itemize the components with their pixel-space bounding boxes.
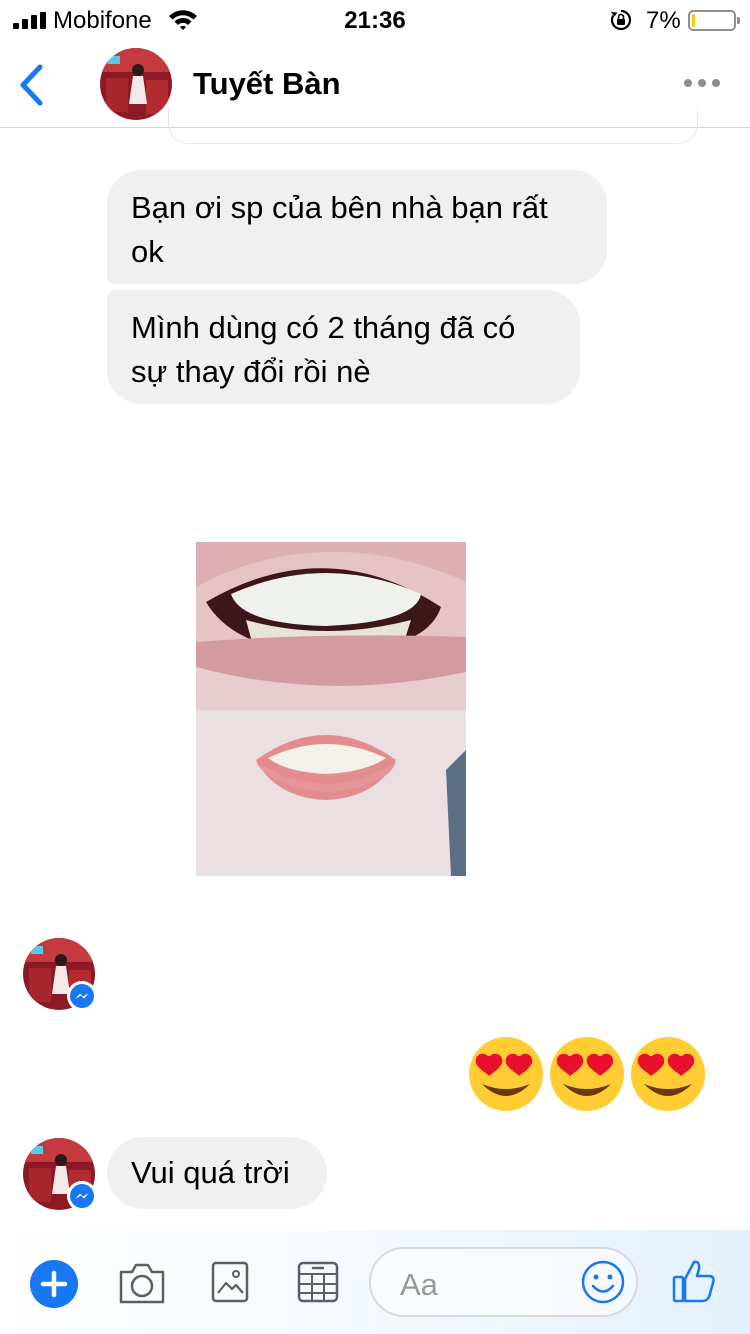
battery-level-fill bbox=[692, 14, 695, 27]
gallery-icon[interactable] bbox=[210, 1260, 250, 1304]
battery-icon bbox=[688, 10, 740, 31]
emoji-icon[interactable] bbox=[580, 1259, 626, 1305]
status-time: 21:36 bbox=[344, 7, 406, 34]
rotation-lock-icon bbox=[610, 9, 632, 31]
message-photo[interactable] bbox=[196, 542, 466, 876]
heart-eyes-emoji-icon bbox=[550, 1037, 624, 1111]
plus-icon[interactable] bbox=[30, 1260, 78, 1308]
thumbs-up-icon[interactable] bbox=[670, 1257, 718, 1305]
sticker-icon[interactable] bbox=[296, 1260, 340, 1304]
previous-message-bubble bbox=[168, 108, 698, 144]
messenger-badge-icon bbox=[67, 1181, 97, 1211]
photo-before bbox=[196, 542, 466, 710]
heart-eyes-emoji-icon bbox=[469, 1037, 543, 1111]
message-bubble[interactable]: Mình dùng có 2 tháng đã có sự thay đổi r… bbox=[107, 290, 580, 404]
battery-percent: 7% bbox=[646, 7, 681, 34]
contact-avatar[interactable] bbox=[100, 48, 172, 120]
input-placeholder: Aa bbox=[400, 1267, 438, 1302]
messenger-badge-icon bbox=[67, 981, 97, 1011]
heart-eyes-emoji-icon bbox=[631, 1037, 705, 1111]
message-composer: Aa bbox=[0, 1230, 750, 1334]
more-dots-icon[interactable] bbox=[684, 79, 720, 89]
emoji-message[interactable] bbox=[468, 1036, 708, 1112]
status-bar: Mobifone 21:36 7% bbox=[0, 0, 750, 40]
message-bubble[interactable]: Vui quá trời bbox=[107, 1137, 327, 1209]
contact-name[interactable]: Tuyết Bàn bbox=[193, 66, 341, 102]
photo-after bbox=[196, 710, 466, 876]
back-chevron-icon[interactable] bbox=[14, 62, 48, 108]
message-bubble[interactable]: Bạn ơi sp của bên nhà bạn rất ok bbox=[107, 170, 607, 284]
camera-icon[interactable] bbox=[117, 1260, 167, 1306]
